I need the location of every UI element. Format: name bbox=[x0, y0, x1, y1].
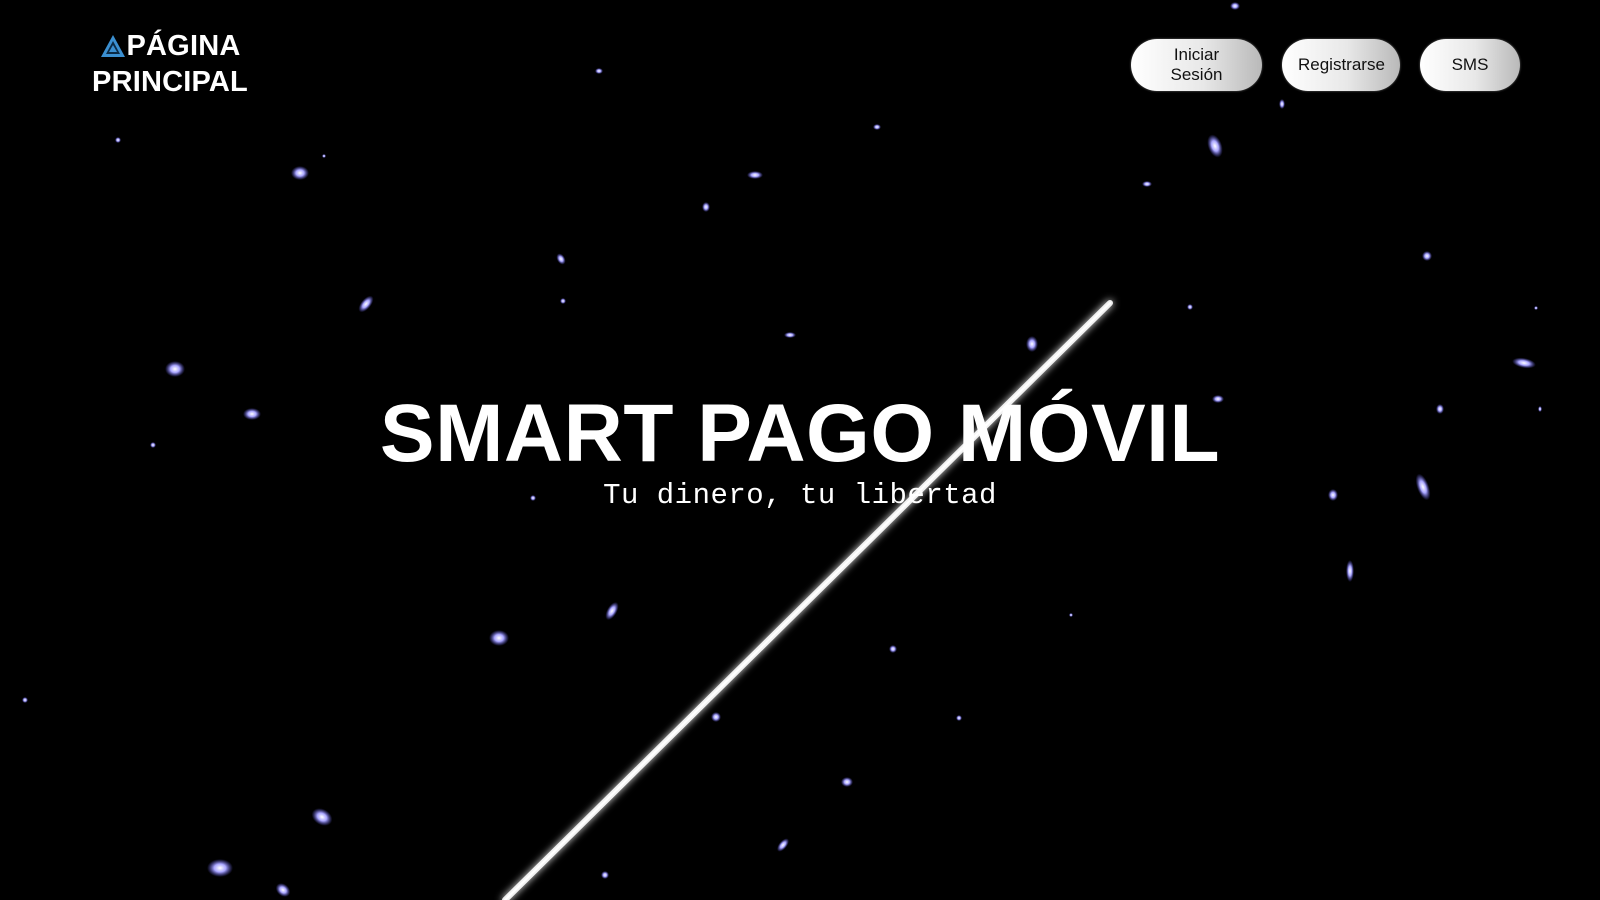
particle bbox=[747, 171, 763, 179]
particle bbox=[291, 166, 309, 180]
particle bbox=[595, 68, 603, 74]
particle bbox=[165, 361, 185, 377]
site-logo[interactable]: PÁGINA PRINCIPAL bbox=[80, 28, 260, 100]
particle bbox=[777, 838, 789, 852]
particle bbox=[841, 777, 853, 787]
particle bbox=[358, 295, 374, 313]
particle bbox=[1142, 181, 1152, 187]
particle bbox=[322, 154, 326, 158]
hero-subtitle: Tu dinero, tu libertad bbox=[603, 479, 997, 512]
particle bbox=[207, 859, 233, 877]
particle bbox=[601, 871, 609, 879]
header-nav: Iniciar Sesión Registrarse SMS bbox=[1131, 39, 1520, 91]
particle bbox=[1422, 251, 1432, 261]
hero-background: PÁGINA PRINCIPAL Iniciar Sesión Registra… bbox=[0, 0, 1600, 900]
particle bbox=[605, 601, 619, 621]
particle bbox=[1512, 357, 1536, 369]
particle bbox=[115, 137, 121, 143]
particle bbox=[556, 253, 566, 265]
particle bbox=[873, 124, 881, 130]
particle bbox=[560, 298, 566, 304]
particle bbox=[1346, 560, 1354, 582]
login-button[interactable]: Iniciar Sesión bbox=[1131, 39, 1262, 91]
register-button[interactable]: Registrarse bbox=[1282, 39, 1400, 91]
particle bbox=[1069, 613, 1073, 617]
particle bbox=[702, 202, 710, 212]
hero-title: SMART PAGO MÓVIL bbox=[379, 388, 1221, 479]
particle bbox=[275, 883, 291, 897]
particle bbox=[889, 645, 897, 653]
particle bbox=[1279, 99, 1285, 109]
particle bbox=[1534, 306, 1538, 310]
particle bbox=[1230, 2, 1240, 10]
triangle-logo-icon bbox=[100, 35, 125, 57]
logo-text-line2: PRINCIPAL bbox=[92, 66, 248, 98]
sms-button[interactable]: SMS bbox=[1420, 39, 1520, 91]
particle bbox=[22, 697, 28, 703]
particle bbox=[711, 712, 721, 722]
particle bbox=[1026, 336, 1038, 352]
particle bbox=[489, 630, 509, 646]
particle bbox=[311, 808, 333, 826]
particle bbox=[956, 715, 962, 721]
particle bbox=[1187, 304, 1193, 310]
logo-text-line1: PÁGINA bbox=[126, 30, 241, 62]
particle bbox=[784, 332, 796, 338]
particle bbox=[1207, 134, 1223, 158]
